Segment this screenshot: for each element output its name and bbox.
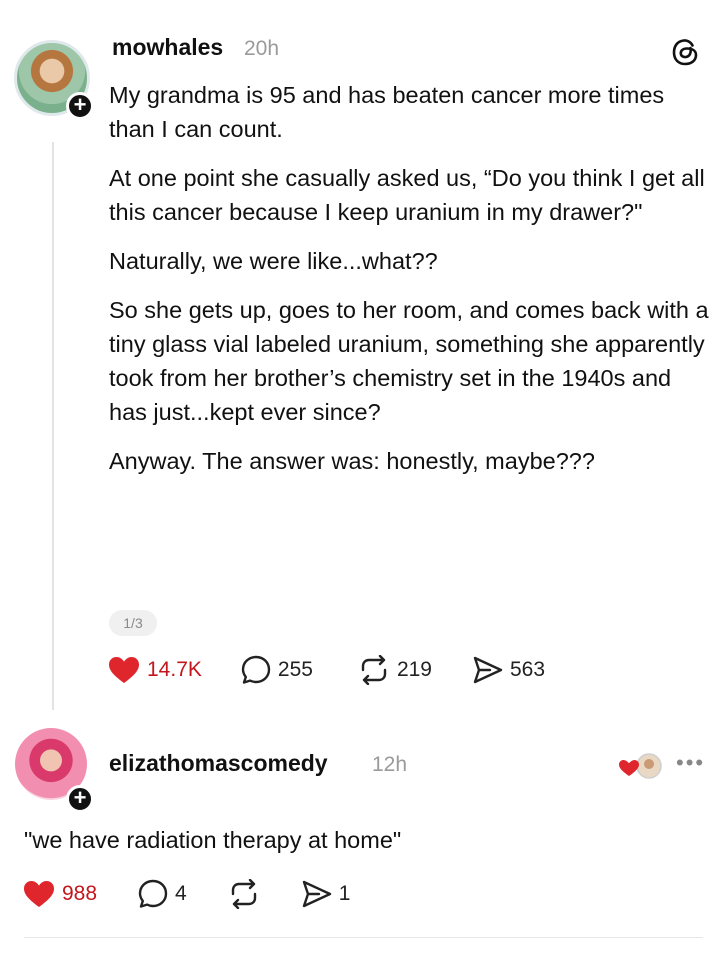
post-paragraph: Anyway. The answer was: honestly, maybe?… — [109, 448, 595, 474]
follow-plus-icon[interactable]: + — [66, 92, 94, 120]
paper-plane-icon — [473, 656, 503, 684]
divider — [24, 937, 703, 938]
speech-bubble-icon — [138, 879, 168, 908]
heart-filled-icon — [24, 881, 54, 907]
reply-actions: 988 4 1 — [22, 876, 350, 912]
repost-arrows-icon — [361, 655, 387, 685]
repost-button[interactable]: 219 — [357, 655, 432, 685]
repost-arrows-icon — [231, 879, 256, 909]
follow-plus-icon[interactable]: + — [66, 785, 94, 813]
more-dots-icon[interactable]: ••• — [676, 750, 705, 776]
reply-timestamp: 12h — [372, 753, 408, 776]
repost-button[interactable] — [227, 879, 261, 909]
paper-plane-icon — [302, 880, 331, 908]
page-indicator: 1/3 — [109, 610, 157, 636]
post-paragraph: Naturally, we were like...what?? — [109, 248, 438, 274]
like-count: 988 — [62, 882, 98, 905]
author-liked-icon — [619, 753, 662, 779]
like-count: 14.7K — [147, 658, 202, 681]
heart-filled-icon — [109, 657, 139, 683]
share-count: 1 — [338, 882, 351, 905]
post-body: My grandma is 95 and has beaten cancer m… — [109, 78, 709, 493]
reply-username[interactable]: elizathomascomedy — [109, 750, 328, 777]
post-paragraph: So she gets up, goes to her room, and co… — [109, 297, 709, 425]
comment-button[interactable]: 255 — [240, 654, 313, 686]
speech-bubble-icon — [241, 655, 271, 684]
post-username[interactable]: mowhales — [112, 34, 223, 61]
comment-count: 4 — [175, 882, 187, 905]
thread-connector-line — [52, 142, 54, 710]
like-button[interactable]: 14.7K — [107, 655, 202, 685]
share-button[interactable]: 1 — [301, 879, 351, 909]
threads-logo-icon[interactable] — [668, 35, 702, 69]
post-paragraph: My grandma is 95 and has beaten cancer m… — [109, 82, 665, 142]
like-button[interactable]: 988 — [22, 879, 97, 909]
comment-button[interactable]: 4 — [137, 878, 187, 910]
post-paragraph: At one point she casually asked us, “Do … — [109, 165, 705, 225]
repost-count: 219 — [396, 658, 432, 681]
reply-body: "we have radiation therapy at home" — [24, 827, 402, 853]
share-button[interactable]: 563 — [472, 655, 545, 685]
post-timestamp: 20h — [244, 37, 280, 60]
share-count: 563 — [509, 658, 546, 681]
post-actions: 14.7K 255 219 563 — [107, 652, 545, 688]
comment-count: 255 — [277, 658, 313, 681]
